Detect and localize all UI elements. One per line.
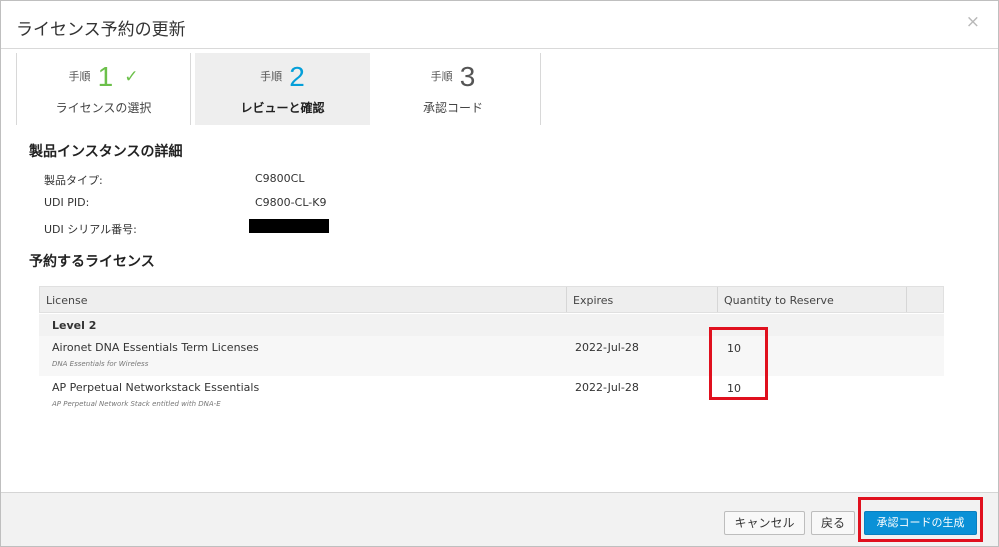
- column-header-expires[interactable]: Expires: [573, 294, 613, 307]
- license-description: AP Perpetual Network Stack entitled with…: [52, 400, 221, 408]
- table-header: License Expires Quantity to Reserve: [39, 286, 944, 313]
- column-divider: [566, 287, 567, 312]
- close-icon[interactable]: ×: [966, 12, 980, 32]
- license-expires: 2022-Jul-28: [575, 381, 639, 394]
- step-1[interactable]: 手順 1 ✓ ライセンスの選択: [16, 53, 191, 125]
- license-expires: 2022-Jul-28: [575, 341, 639, 354]
- back-button[interactable]: 戻る: [811, 511, 855, 535]
- step-3[interactable]: 手順 3 承認コード: [366, 53, 541, 125]
- table-row: Aironet DNA Essentials Term Licenses DNA…: [39, 336, 944, 376]
- column-header-license[interactable]: License: [46, 294, 87, 307]
- license-description: DNA Essentials for Wireless: [52, 360, 149, 368]
- step-2-label: レビューと確認: [240, 101, 325, 115]
- generate-button-highlight-box: [858, 497, 983, 542]
- group-label: Level 2: [52, 319, 97, 332]
- dialog-title: ライセンス予約の更新: [16, 20, 186, 40]
- license-reservation-dialog: ライセンス予約の更新 × 手順 1 ✓ ライセンスの選択 手順 2 レビューと確…: [0, 0, 999, 547]
- dialog-header: ライセンス予約の更新 ×: [1, 1, 998, 49]
- licenses-section-title: 予約するライセンス: [29, 254, 155, 270]
- dialog-footer: キャンセル 戻る 承認コードの生成: [1, 492, 998, 546]
- checkmark-icon: ✓: [124, 67, 139, 87]
- step-2[interactable]: 手順 2 レビューと確認: [195, 53, 370, 125]
- step-1-label: ライセンスの選択: [55, 101, 152, 115]
- license-name: Aironet DNA Essentials Term Licenses: [52, 341, 259, 354]
- group-row: Level 2: [39, 314, 944, 336]
- step-3-label: 承認コード: [422, 101, 483, 115]
- cancel-button[interactable]: キャンセル: [724, 511, 805, 535]
- udi-pid-value: C9800-CL-K9: [255, 196, 327, 209]
- step-2-prefix: 手順: [260, 70, 283, 83]
- wizard-steps: 手順 1 ✓ ライセンスの選択 手順 2 レビューと確認 手順 3 承認コード: [16, 53, 546, 125]
- step-2-number: 2: [289, 61, 305, 92]
- table-row: AP Perpetual Networkstack Essentials AP …: [39, 376, 944, 416]
- step-1-prefix: 手順: [68, 70, 91, 83]
- step-3-number: 3: [459, 61, 476, 92]
- step-3-prefix: 手順: [430, 70, 453, 83]
- column-divider: [906, 287, 907, 312]
- column-divider: [717, 287, 718, 312]
- udi-pid-label: UDI PID:: [44, 196, 90, 209]
- license-name: AP Perpetual Networkstack Essentials: [52, 381, 260, 394]
- product-type-value: C9800CL: [255, 172, 305, 185]
- product-type-label: 製品タイプ:: [44, 174, 103, 187]
- quantity-highlight-box: [709, 327, 768, 400]
- udi-serial-label: UDI シリアル番号:: [44, 223, 137, 236]
- step-1-number: 1: [97, 61, 114, 92]
- instance-details-title: 製品インスタンスの詳細: [29, 144, 183, 160]
- udi-serial-redacted: [249, 219, 329, 233]
- column-header-quantity[interactable]: Quantity to Reserve: [724, 294, 834, 307]
